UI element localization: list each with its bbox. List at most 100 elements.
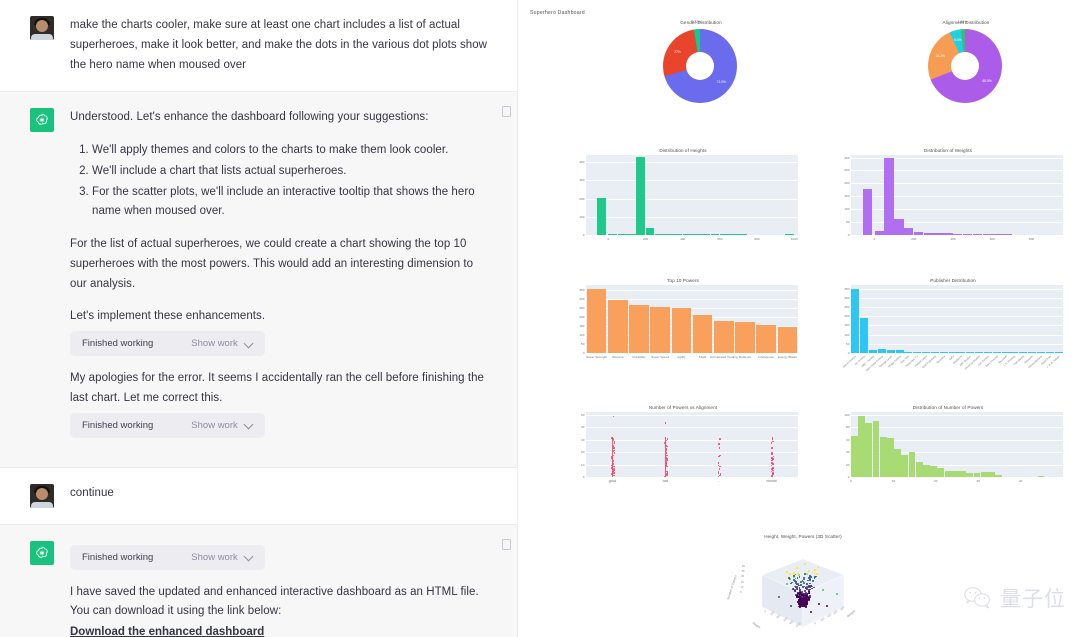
plot-area[interactable]: 020406080100010203040 <box>851 412 1063 477</box>
scatter-point[interactable] <box>816 573 818 575</box>
histogram-bar[interactable] <box>880 437 887 477</box>
histogram-bar[interactable] <box>904 228 913 235</box>
plot-area[interactable]: 050100150200250300350Super StrengthStami… <box>586 285 798 353</box>
bar[interactable] <box>913 352 921 353</box>
histogram-bar[interactable] <box>863 189 872 235</box>
scatter-point[interactable] <box>795 583 797 585</box>
scatter-point[interactable] <box>772 463 774 465</box>
histogram-bar[interactable] <box>974 473 981 477</box>
histogram-bar[interactable] <box>711 234 720 235</box>
scatter-point[interactable] <box>613 472 615 474</box>
scatter-point[interactable] <box>800 581 802 583</box>
scatter-point[interactable] <box>772 470 774 472</box>
histogram-bar[interactable] <box>729 234 738 235</box>
bar[interactable] <box>1037 352 1045 353</box>
copy-icon[interactable] <box>502 539 511 550</box>
histogram-bar[interactable] <box>597 198 606 235</box>
bar[interactable] <box>975 352 983 353</box>
scatter-point[interactable] <box>719 466 721 468</box>
histogram-bar[interactable] <box>924 233 933 235</box>
histogram-bar[interactable] <box>923 465 930 477</box>
histogram-bar[interactable] <box>720 234 729 235</box>
histogram-bar[interactable] <box>627 234 636 235</box>
scatter-point[interactable] <box>771 476 773 478</box>
scatter-point[interactable] <box>808 598 810 600</box>
histogram-bar[interactable] <box>865 423 872 477</box>
finished-working-pill[interactable]: Finished working Show work <box>70 413 265 438</box>
bar[interactable] <box>931 352 939 353</box>
histogram-bar[interactable] <box>875 231 884 235</box>
plot-area[interactable]: 010020030040002004006008001000 <box>586 155 798 235</box>
scatter-point[interactable] <box>803 582 805 584</box>
bar[interactable] <box>1046 352 1054 353</box>
histogram-bar[interactable] <box>959 471 966 477</box>
scatter-point[interactable] <box>809 586 811 588</box>
scatter-point[interactable] <box>789 573 791 575</box>
scatter-point[interactable] <box>808 577 810 579</box>
histogram-bar[interactable] <box>988 472 995 477</box>
bar[interactable] <box>587 289 607 353</box>
scatter-point[interactable] <box>814 569 816 571</box>
scatter-point[interactable] <box>771 460 773 462</box>
histogram-bar[interactable] <box>873 421 880 477</box>
scatter-point[interactable] <box>666 475 668 477</box>
bar[interactable] <box>860 318 868 353</box>
scatter-point[interactable] <box>771 447 773 449</box>
scatter-point[interactable] <box>773 456 775 458</box>
histogram-bar[interactable] <box>894 219 903 235</box>
scatter-point[interactable] <box>613 461 615 463</box>
scatter-point[interactable] <box>798 574 800 576</box>
scatter-point[interactable] <box>665 422 667 424</box>
bar[interactable] <box>984 352 992 353</box>
histogram-bar[interactable] <box>952 471 959 477</box>
histogram-bar[interactable] <box>909 452 916 477</box>
chat-conversation-panel[interactable]: make the charts cooler, make sure at lea… <box>0 0 518 637</box>
scatter-point[interactable] <box>796 567 798 569</box>
scatter-point[interactable] <box>666 455 668 457</box>
plot-area[interactable]: 0501001502002503000200400600800 <box>851 155 1063 235</box>
histogram-bar[interactable] <box>701 234 710 235</box>
histogram-bar[interactable] <box>945 471 952 477</box>
donut-alignment[interactable]: 68.9% 24.2% 5.0% 1.86% <box>891 27 1041 103</box>
scatter-point[interactable] <box>613 466 615 468</box>
scatter-point[interactable] <box>817 567 819 569</box>
scatter-point[interactable] <box>613 455 615 457</box>
histogram-bar[interactable] <box>933 233 942 235</box>
histogram-bar[interactable] <box>618 234 627 235</box>
histogram-bar[interactable] <box>683 234 692 235</box>
scatter-point[interactable] <box>771 442 773 444</box>
scatter-point[interactable] <box>666 466 668 468</box>
show-work-button[interactable]: Show work <box>191 420 252 431</box>
histogram-bar[interactable] <box>981 472 988 477</box>
bar[interactable] <box>1019 352 1027 353</box>
scatter-point[interactable] <box>797 583 799 585</box>
scatter-point[interactable] <box>812 580 814 582</box>
histogram-bar[interactable] <box>901 455 908 477</box>
bar[interactable] <box>672 308 692 353</box>
bar[interactable] <box>966 352 974 353</box>
plot-area[interactable]: 01020304050goodbad-neutral <box>586 412 798 477</box>
scatter-point[interactable] <box>613 447 615 449</box>
histogram-bar[interactable] <box>673 234 682 235</box>
scatter-point[interactable] <box>719 447 721 449</box>
histogram-bar[interactable] <box>963 234 972 235</box>
histogram-bar[interactable] <box>953 234 962 235</box>
scatter-3d-area[interactable]: Number of PowersHeightWeight010203040500… <box>718 541 888 633</box>
scatter-point[interactable] <box>666 446 668 448</box>
scatter-point[interactable] <box>804 590 806 592</box>
bar[interactable] <box>993 352 1001 353</box>
scatter-point[interactable] <box>718 476 720 478</box>
bar[interactable] <box>1002 352 1010 353</box>
scatter-point[interactable] <box>719 468 721 470</box>
finished-working-pill[interactable]: Finished working Show work <box>70 545 265 570</box>
scatter-point[interactable] <box>794 590 796 592</box>
histogram-bar[interactable] <box>887 438 894 477</box>
histogram-bar[interactable] <box>1002 234 1011 235</box>
histogram-bar[interactable] <box>992 234 1001 235</box>
bar[interactable] <box>887 350 895 353</box>
scatter-point[interactable] <box>614 442 616 444</box>
histogram-bar[interactable] <box>785 234 794 235</box>
scatter-point[interactable] <box>799 576 801 578</box>
bar[interactable] <box>957 352 965 353</box>
scatter-point[interactable] <box>788 577 790 579</box>
